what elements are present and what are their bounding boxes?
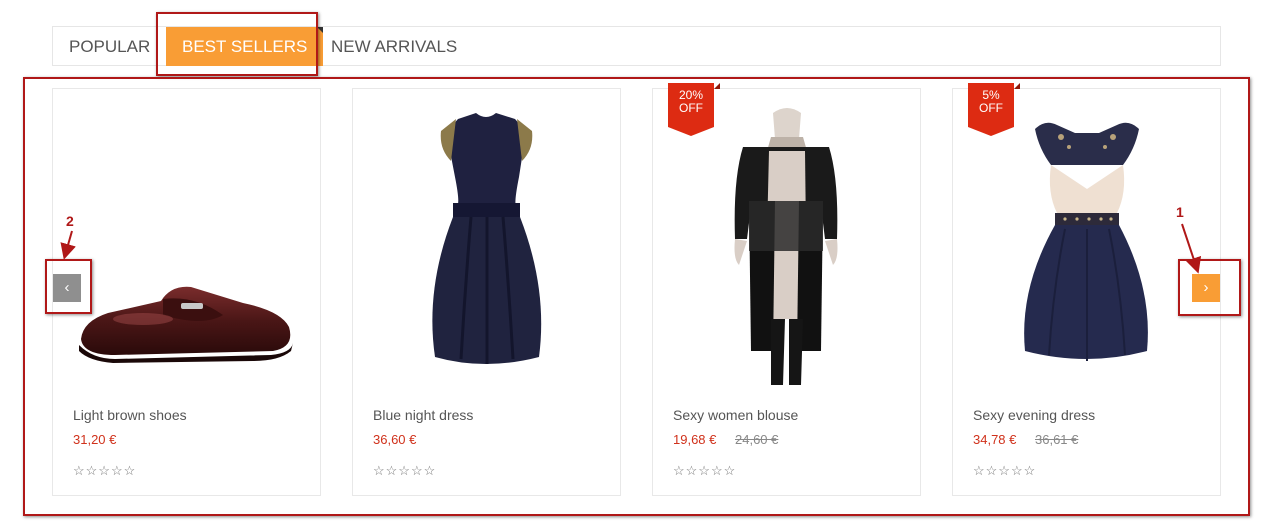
product-image[interactable] (653, 89, 920, 389)
product-card[interactable]: Blue night dress 36,60 € ☆☆☆☆☆ (352, 88, 621, 496)
product-price: 31,20 € (73, 432, 117, 447)
product-price: 19,68 € (673, 432, 717, 447)
product-image[interactable] (353, 89, 620, 389)
annotation-box-next (1178, 259, 1241, 316)
rating-stars: ☆☆☆☆☆ (673, 463, 737, 478)
tab-popular[interactable]: POPULAR (53, 27, 166, 66)
product-card[interactable]: Light brown shoes 31,20 € ☆☆☆☆☆ (52, 88, 321, 496)
blouse-model-image (734, 108, 838, 385)
annotation-label-2: 2 (66, 213, 74, 229)
rating-stars: ☆☆☆☆☆ (373, 463, 437, 478)
annotation-label-1: 1 (1176, 204, 1184, 220)
annotation-box-tab (156, 12, 318, 76)
product-image[interactable] (53, 89, 320, 389)
rating-stars: ☆☆☆☆☆ (73, 463, 137, 478)
product-name[interactable]: Sexy evening dress (973, 407, 1095, 423)
tab-new-arrivals[interactable]: NEW ARRIVALS (315, 27, 473, 66)
product-old-price: 36,61 € (1035, 432, 1079, 447)
product-price: 36,60 € (373, 432, 417, 447)
product-image[interactable] (953, 89, 1220, 389)
dress-image (432, 113, 542, 364)
annotation-box-prev (45, 259, 92, 314)
product-card[interactable]: 20% OFF Sexy women blouse 19,68 € 24,60 … (652, 83, 921, 496)
product-price: 34,78 € (973, 432, 1017, 447)
loafer-shoe-image (79, 286, 293, 363)
evening-dress-image (1024, 122, 1148, 361)
product-name[interactable]: Light brown shoes (73, 407, 187, 423)
rating-stars: ☆☆☆☆☆ (973, 463, 1037, 478)
product-old-price: 24,60 € (735, 432, 779, 447)
product-name[interactable]: Sexy women blouse (673, 407, 798, 423)
product-name[interactable]: Blue night dress (373, 407, 473, 423)
